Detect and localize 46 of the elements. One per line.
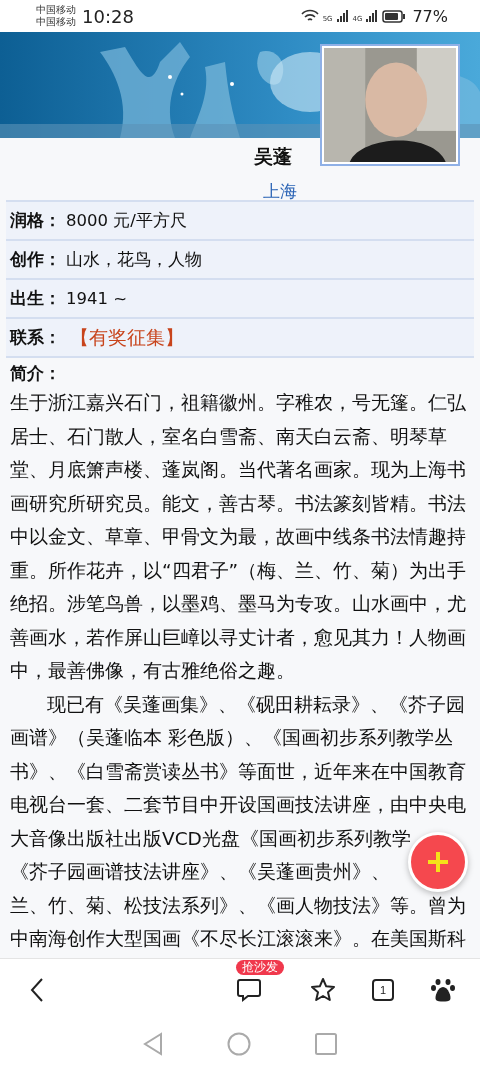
intro-text-line: 中南海创作大型国画《不尽长江滚滚来》。在美国斯科 — [10, 927, 466, 951]
intro-text-line: 《芥子园画谱技法讲座》、《吴蓬画贵州》、 — [10, 860, 390, 884]
wifi-icon — [300, 9, 319, 23]
carrier-label: 中国移动 — [36, 4, 76, 16]
intro-text-line: 大音像出版社出版VCD光盘《国画初步系列教学 — [10, 826, 411, 851]
comment-badge: 抢沙发 — [236, 960, 284, 975]
back-icon — [30, 977, 44, 1003]
comment-button[interactable] — [234, 977, 264, 1003]
intro-text-line: 善画水，若作屏山巨嶂以寻丈计者，愈见其力！人物画 — [10, 625, 466, 650]
paw-icon — [430, 977, 456, 1003]
add-button[interactable] — [408, 832, 468, 892]
detail-value: 1941 ~ — [66, 289, 128, 308]
intro-text-line: 重。所作花卉，以“四君子”（梅、兰、竹、菊）为出手 — [10, 558, 467, 583]
intro-text-line: 现已有《吴蓬画集》、《砚田耕耘录》、《芥子园 — [46, 692, 465, 717]
detail-label: 润格： — [10, 209, 62, 232]
clock: 10:28 — [82, 5, 134, 27]
intro-text-line: 绝招。涉笔鸟兽，以墨鸡、墨马为专攻。山水画中，尤 — [10, 592, 466, 616]
detail-label: 创作： — [10, 248, 62, 271]
star-icon — [310, 977, 336, 1003]
intro-text-line: 画研究所研究员。能文，善古琴。书法篆刻皆精。书法 — [10, 491, 466, 516]
favorite-button[interactable] — [308, 977, 338, 1003]
detail-label: 联系： — [10, 326, 62, 349]
intro-text-line: 居士、石门散人，室名白雪斋、南天白云斋、明琴草 — [10, 424, 447, 449]
carrier-label: 中国移动 — [36, 16, 76, 28]
speech-bubble-icon — [236, 977, 262, 1003]
intro-text-line: 堂、月底箫声楼、蓬岚阁。当代著名画家。现为上海书 — [10, 458, 466, 482]
intro-text-line: 电视台一套、二套节目中开设国画技法讲座，由中央电 — [10, 793, 466, 817]
intro-text-line: 书》、《白雪斋赏读丛书》等面世，近年来在中国教育 — [10, 759, 466, 784]
intro-text-line: 中以金文、草章、甲骨文为最，故画中线条书法情趣持 — [10, 525, 466, 549]
signal-icon — [366, 10, 379, 22]
detail-value: 8000 元/平方尺 — [66, 209, 187, 232]
battery-icon — [382, 9, 407, 23]
plus-icon — [426, 850, 450, 874]
intro-text-line: 画谱》（吴蓬临本 彩色版）、《国画初步系列教学丛 — [10, 726, 453, 750]
detail-value: 山水，花鸟，人物 — [66, 248, 202, 271]
signal-icon — [336, 10, 349, 22]
paw-button[interactable] — [428, 977, 458, 1003]
intro-text-line: 生于浙江嘉兴石门，祖籍徽州。字稚农，号无篷。仁弘 — [10, 391, 466, 415]
artist-name: 吴蓬 — [254, 144, 292, 169]
detail-label: 出生： — [10, 287, 62, 310]
intro-label: 简介： — [10, 363, 61, 385]
battery-percent: 77% — [412, 6, 448, 26]
prize-link[interactable]: 【有奖征集】 — [70, 324, 184, 351]
intro-text-line: 中，最善佛像，有古雅绝俗之趣。 — [10, 659, 295, 683]
location-link[interactable]: 上海 — [263, 180, 297, 203]
intro-text-line: 兰、竹、菊、松技法系列》、《画人物技法》等。曾为 — [10, 893, 466, 918]
